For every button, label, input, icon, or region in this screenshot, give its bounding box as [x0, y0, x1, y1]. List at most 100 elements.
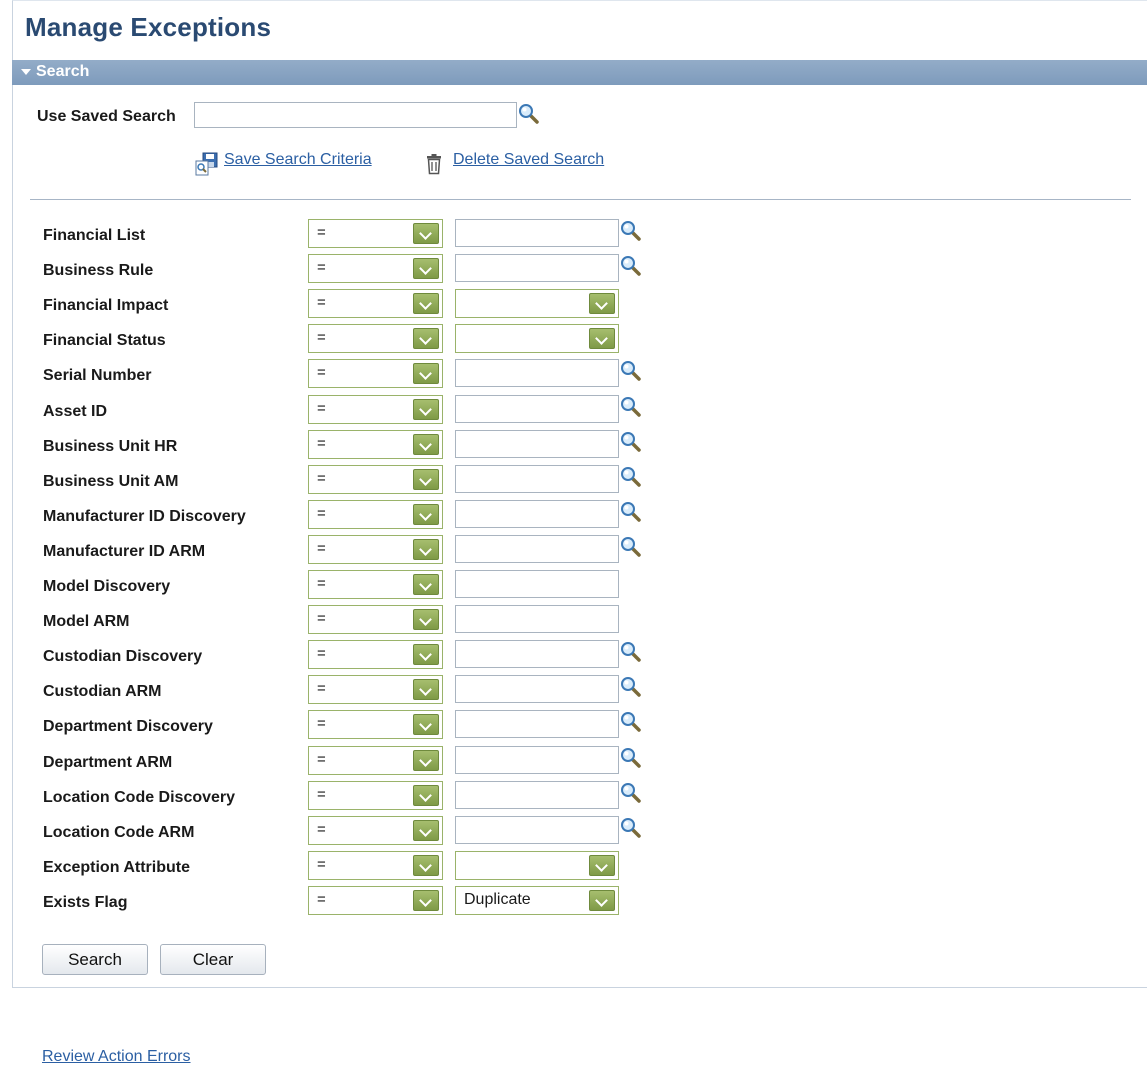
magnifier-icon[interactable]: [620, 676, 642, 698]
chevron-down-icon[interactable]: [413, 820, 439, 841]
operator-select[interactable]: =: [308, 289, 443, 318]
chevron-down-icon[interactable]: [413, 644, 439, 665]
magnifier-icon[interactable]: [620, 255, 642, 277]
chevron-down-icon[interactable]: [413, 890, 439, 911]
criteria-label: Department ARM: [43, 754, 173, 771]
magnifier-icon[interactable]: [620, 501, 642, 523]
magnifier-icon[interactable]: [620, 711, 642, 733]
operator-select[interactable]: =: [308, 605, 443, 634]
value-input[interactable]: [455, 254, 619, 282]
chevron-down-icon[interactable]: [413, 399, 439, 420]
value-input[interactable]: [455, 816, 619, 844]
criteria-label: Model Discovery: [43, 578, 171, 595]
operator-select[interactable]: =: [308, 324, 443, 353]
chevron-down-icon[interactable]: [413, 258, 439, 279]
chevron-down-icon[interactable]: [589, 890, 615, 911]
magnifier-icon[interactable]: [620, 747, 642, 769]
chevron-down-icon[interactable]: [413, 785, 439, 806]
operator-select[interactable]: =: [308, 851, 443, 880]
value-input[interactable]: [455, 710, 619, 738]
magnifier-icon[interactable]: [620, 782, 642, 804]
chevron-down-icon[interactable]: [413, 328, 439, 349]
chevron-down-icon[interactable]: [413, 434, 439, 455]
operator-select[interactable]: =: [308, 710, 443, 739]
clear-button[interactable]: Clear: [160, 944, 266, 975]
value-input[interactable]: [455, 465, 619, 493]
chevron-down-icon[interactable]: [413, 679, 439, 700]
chevron-down-icon[interactable]: [589, 328, 615, 349]
delete-saved-search-link[interactable]: Delete Saved Search: [453, 151, 604, 169]
trash-icon[interactable]: [426, 153, 442, 175]
operator-select[interactable]: =: [308, 675, 443, 704]
save-search-icon[interactable]: [195, 152, 219, 176]
chevron-down-icon[interactable]: [413, 714, 439, 735]
chevron-down-icon[interactable]: [413, 609, 439, 630]
magnifier-icon[interactable]: [620, 466, 642, 488]
triangle-down-icon[interactable]: [21, 69, 31, 75]
value-input[interactable]: [455, 430, 619, 458]
chevron-down-icon[interactable]: [413, 574, 439, 595]
chevron-down-icon[interactable]: [589, 855, 615, 876]
value-select[interactable]: [455, 851, 619, 880]
operator-select[interactable]: =: [308, 430, 443, 459]
search-button[interactable]: Search: [42, 944, 148, 975]
value-select[interactable]: Duplicate: [455, 886, 619, 915]
value-input[interactable]: [455, 535, 619, 563]
operator-select[interactable]: =: [308, 500, 443, 529]
operator-value: =: [317, 294, 326, 311]
search-section-header[interactable]: Search: [12, 60, 1147, 85]
criteria-label: Manufacturer ID ARM: [43, 543, 206, 560]
criteria-label: Business Rule: [43, 262, 154, 279]
operator-select[interactable]: =: [308, 359, 443, 388]
operator-value: =: [317, 891, 326, 908]
value-select[interactable]: [455, 289, 619, 318]
value-input[interactable]: [455, 640, 619, 668]
value-select[interactable]: [455, 324, 619, 353]
value-input[interactable]: [455, 395, 619, 423]
criteria-label: Financial Impact: [43, 297, 169, 314]
value-input[interactable]: [455, 570, 619, 598]
chevron-down-icon[interactable]: [413, 750, 439, 771]
value-input[interactable]: [455, 675, 619, 703]
magnifier-icon[interactable]: [620, 396, 642, 418]
value-input[interactable]: [455, 746, 619, 774]
chevron-down-icon[interactable]: [413, 363, 439, 384]
chevron-down-icon[interactable]: [413, 469, 439, 490]
operator-select[interactable]: =: [308, 219, 443, 248]
magnifier-icon[interactable]: [620, 817, 642, 839]
divider: [30, 199, 1131, 200]
chevron-down-icon[interactable]: [589, 293, 615, 314]
magnifier-icon[interactable]: [620, 431, 642, 453]
chevron-down-icon[interactable]: [413, 223, 439, 244]
chevron-down-icon[interactable]: [413, 855, 439, 876]
chevron-down-icon[interactable]: [413, 539, 439, 560]
magnifier-icon[interactable]: [620, 360, 642, 382]
operator-select[interactable]: =: [308, 465, 443, 494]
criteria-label: Model ARM: [43, 613, 130, 630]
operator-value: =: [317, 329, 326, 346]
magnifier-icon[interactable]: [518, 103, 540, 125]
review-action-errors-link[interactable]: Review Action Errors: [42, 1048, 191, 1066]
operator-select[interactable]: =: [308, 254, 443, 283]
value-input[interactable]: [455, 359, 619, 387]
chevron-down-icon[interactable]: [413, 504, 439, 525]
operator-select[interactable]: =: [308, 640, 443, 669]
magnifier-icon[interactable]: [620, 536, 642, 558]
magnifier-icon[interactable]: [620, 220, 642, 242]
operator-select[interactable]: =: [308, 535, 443, 564]
saved-search-input[interactable]: [194, 102, 517, 128]
operator-value: =: [317, 259, 326, 276]
value-input[interactable]: [455, 781, 619, 809]
operator-select[interactable]: =: [308, 816, 443, 845]
chevron-down-icon[interactable]: [413, 293, 439, 314]
value-input[interactable]: [455, 500, 619, 528]
value-input[interactable]: [455, 605, 619, 633]
operator-select[interactable]: =: [308, 395, 443, 424]
operator-select[interactable]: =: [308, 781, 443, 810]
value-input[interactable]: [455, 219, 619, 247]
operator-select[interactable]: =: [308, 886, 443, 915]
save-search-criteria-link[interactable]: Save Search Criteria: [224, 151, 372, 169]
magnifier-icon[interactable]: [620, 641, 642, 663]
operator-select[interactable]: =: [308, 746, 443, 775]
operator-select[interactable]: =: [308, 570, 443, 599]
